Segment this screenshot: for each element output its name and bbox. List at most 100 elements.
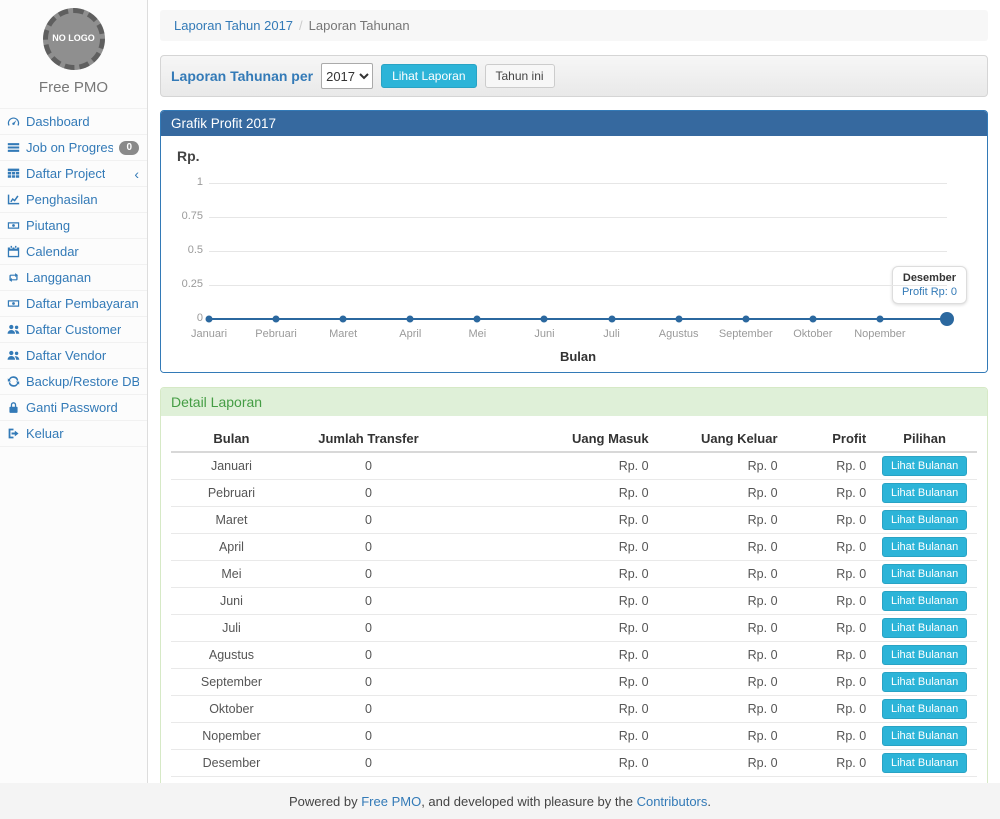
lihat-bulanan-button[interactable]: Lihat Bulanan <box>882 510 967 530</box>
breadcrumb-current: Laporan Tahunan <box>309 18 410 33</box>
sidebar-item-label: Job on Progress <box>26 140 113 155</box>
sidebar-item-daftar-vendor[interactable]: Daftar Vendor <box>0 343 147 369</box>
cell-uang-masuk: Rp. 0 <box>445 642 655 669</box>
sidebar-item-label: Daftar Project <box>26 166 105 181</box>
cell-uang-masuk: Rp. 0 <box>445 452 655 480</box>
chart-point-agustus[interactable] <box>675 316 682 323</box>
chart-point-maret[interactable] <box>340 316 347 323</box>
lihat-bulanan-button[interactable]: Lihat Bulanan <box>882 699 967 719</box>
lihat-bulanan-button[interactable]: Lihat Bulanan <box>882 645 967 665</box>
footer-brand-link[interactable]: Free PMO <box>361 794 421 809</box>
table-row: Mei0Rp. 0Rp. 0Rp. 0Lihat Bulanan <box>171 561 977 588</box>
footer-text: , and developed with pleasure by the <box>421 794 636 809</box>
cell-jumlah-transfer: 0 <box>292 723 445 750</box>
sidebar-item-job-on-progress[interactable]: Job on Progress 0 <box>0 135 147 161</box>
cell-uang-masuk: Rp. 0 <box>445 534 655 561</box>
cell-jumlah-transfer: 0 <box>292 696 445 723</box>
column-header-uang-keluar: Uang Keluar <box>655 426 784 452</box>
sidebar-item-label: Backup/Restore DB <box>26 374 139 389</box>
footer-contributors-link[interactable]: Contributors <box>637 794 708 809</box>
lihat-bulanan-button[interactable]: Lihat Bulanan <box>882 456 967 476</box>
cell-jumlah-transfer: 0 <box>292 561 445 588</box>
cell-pilihan: Lihat Bulanan <box>872 615 977 642</box>
cell-pilihan: Lihat Bulanan <box>872 534 977 561</box>
sidebar-item-label: Daftar Vendor <box>26 348 106 363</box>
chart-point-oktober[interactable] <box>809 316 816 323</box>
cell-jumlah-transfer: 0 <box>292 588 445 615</box>
lihat-bulanan-button[interactable]: Lihat Bulanan <box>882 483 967 503</box>
sidebar-item-daftar-pembayaran[interactable]: Daftar Pembayaran <box>0 291 147 317</box>
chart-point-desember[interactable] <box>940 312 954 326</box>
lihat-bulanan-button[interactable]: Lihat Bulanan <box>882 537 967 557</box>
chart-panel-title: Grafik Profit 2017 <box>161 111 987 136</box>
sidebar-item-langganan[interactable]: Langganan <box>0 265 147 291</box>
sidebar-item-label: Ganti Password <box>26 400 118 415</box>
tahun-ini-button[interactable]: Tahun ini <box>485 64 555 88</box>
x-tick-label: Juli <box>603 328 620 340</box>
money-icon <box>7 297 20 310</box>
sidebar-item-keluar[interactable]: Keluar <box>0 421 147 447</box>
sidebar-item-daftar-project[interactable]: Daftar Project‹ <box>0 161 147 187</box>
lihat-bulanan-button[interactable]: Lihat Bulanan <box>882 618 967 638</box>
lihat-laporan-button[interactable]: Lihat Laporan <box>381 64 476 88</box>
report-table: BulanJumlah TransferUang MasukUang Kelua… <box>171 426 977 801</box>
app-logo: NO LOGO <box>43 8 105 70</box>
table-row: Desember0Rp. 0Rp. 0Rp. 0Lihat Bulanan <box>171 750 977 777</box>
table-row: Januari0Rp. 0Rp. 0Rp. 0Lihat Bulanan <box>171 452 977 480</box>
column-header-bulan: Bulan <box>171 426 292 452</box>
lihat-bulanan-button[interactable]: Lihat Bulanan <box>882 591 967 611</box>
cell-uang-keluar: Rp. 0 <box>655 480 784 507</box>
sidebar-item-penghasilan[interactable]: Penghasilan <box>0 187 147 213</box>
retweet-icon <box>7 271 20 284</box>
cell-pilihan: Lihat Bulanan <box>872 750 977 777</box>
year-select[interactable]: 2017 <box>321 63 373 89</box>
cell-bulan: Agustus <box>171 642 292 669</box>
sidebar-item-backup-restore-db[interactable]: Backup/Restore DB <box>0 369 147 395</box>
cell-jumlah-transfer: 0 <box>292 615 445 642</box>
breadcrumb: Laporan Tahun 2017/Laporan Tahunan <box>160 10 988 41</box>
lihat-bulanan-button[interactable]: Lihat Bulanan <box>882 753 967 773</box>
chart-point-pebruari[interactable] <box>273 316 280 323</box>
cell-bulan: Juni <box>171 588 292 615</box>
chart-point-juli[interactable] <box>608 316 615 323</box>
cell-uang-masuk: Rp. 0 <box>445 723 655 750</box>
chart-series-line <box>209 318 947 320</box>
sidebar-item-label: Daftar Customer <box>26 322 121 337</box>
cell-bulan: Desember <box>171 750 292 777</box>
tasks-icon <box>7 141 20 154</box>
breadcrumb-link[interactable]: Laporan Tahun 2017 <box>174 18 293 33</box>
chart-point-september[interactable] <box>742 316 749 323</box>
count-badge: 0 <box>119 141 139 155</box>
cell-pilihan: Lihat Bulanan <box>872 480 977 507</box>
money-icon <box>7 219 20 232</box>
report-filter-bar: Laporan Tahunan per 2017 Lihat Laporan T… <box>160 55 988 97</box>
sidebar-item-dashboard[interactable]: Dashboard <box>0 108 147 135</box>
chart-point-juni[interactable] <box>541 316 548 323</box>
lihat-bulanan-button[interactable]: Lihat Bulanan <box>882 672 967 692</box>
sidebar-item-daftar-customer[interactable]: Daftar Customer <box>0 317 147 343</box>
x-tick-label: Juni <box>534 328 554 340</box>
chart-point-mei[interactable] <box>474 316 481 323</box>
x-tick-label: Agustus <box>659 328 699 340</box>
cell-profit: Rp. 0 <box>784 588 873 615</box>
cell-bulan: Oktober <box>171 696 292 723</box>
sidebar-item-ganti-password[interactable]: Ganti Password <box>0 395 147 421</box>
chart-point-april[interactable] <box>407 316 414 323</box>
cell-jumlah-transfer: 0 <box>292 507 445 534</box>
sidebar-item-calendar[interactable]: Calendar <box>0 239 147 265</box>
chart-point-nopember[interactable] <box>876 316 883 323</box>
x-tick-label: Pebruari <box>255 328 297 340</box>
lihat-bulanan-button[interactable]: Lihat Bulanan <box>882 726 967 746</box>
x-tick-label: Mei <box>468 328 486 340</box>
cell-uang-keluar: Rp. 0 <box>655 534 784 561</box>
cell-uang-keluar: Rp. 0 <box>655 561 784 588</box>
cell-uang-keluar: Rp. 0 <box>655 507 784 534</box>
cell-profit: Rp. 0 <box>784 669 873 696</box>
chart-point-januari[interactable] <box>206 316 213 323</box>
cell-bulan: Juli <box>171 615 292 642</box>
sidebar-item-label: Keluar <box>26 426 64 441</box>
cell-bulan: Januari <box>171 452 292 480</box>
lihat-bulanan-button[interactable]: Lihat Bulanan <box>882 564 967 584</box>
sidebar-item-piutang[interactable]: Piutang <box>0 213 147 239</box>
sidebar-item-label: Piutang <box>26 218 70 233</box>
